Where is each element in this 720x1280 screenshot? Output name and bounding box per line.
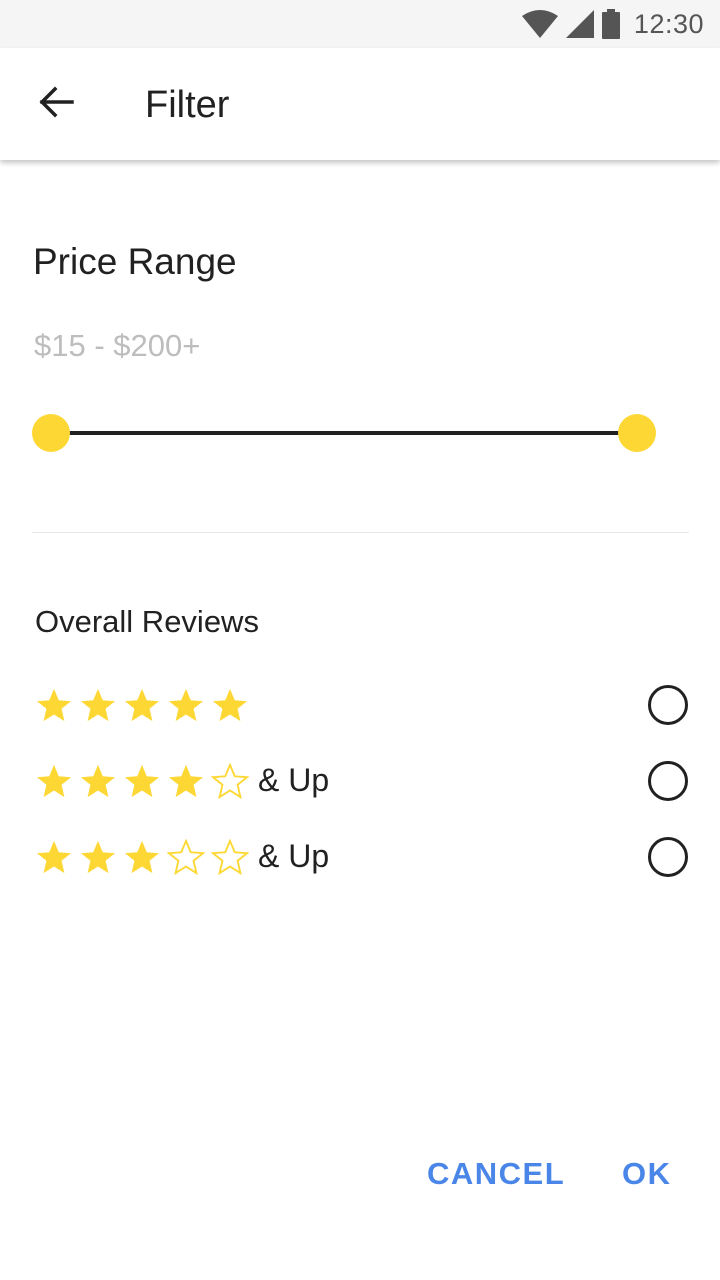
slider-min-thumb[interactable] [32, 414, 70, 452]
radio-button[interactable] [648, 837, 688, 877]
arrow-back-icon [38, 84, 74, 125]
price-range-slider[interactable] [32, 414, 656, 452]
divider [32, 532, 689, 533]
back-button[interactable] [24, 76, 88, 132]
review-option-3-stars[interactable]: & Up [32, 832, 692, 882]
star-rating [32, 832, 252, 882]
star-filled-icon [76, 761, 120, 801]
reviews-title: Overall Reviews [35, 604, 259, 639]
star-outline-icon [164, 837, 208, 877]
review-option-4-stars[interactable]: & Up [32, 756, 692, 806]
status-time: 12:30 [633, 8, 704, 39]
star-filled-icon [32, 837, 76, 877]
star-rating [32, 680, 252, 730]
star-filled-icon [164, 685, 208, 725]
page-title: Filter [145, 84, 230, 126]
radio-button[interactable] [648, 685, 688, 725]
status-bar: 12:30 [0, 0, 720, 48]
review-option-label: & Up [258, 762, 330, 798]
star-filled-icon [76, 837, 120, 877]
star-outline-icon [208, 761, 252, 801]
star-filled-icon [120, 837, 164, 877]
cell-signal-icon [565, 10, 594, 38]
slider-selected-range [51, 431, 637, 435]
radio-button[interactable] [648, 761, 688, 801]
slider-max-thumb[interactable] [618, 414, 656, 452]
star-rating [32, 756, 252, 806]
review-option-5-stars[interactable] [32, 680, 692, 730]
star-filled-icon [208, 685, 252, 725]
star-filled-icon [32, 761, 76, 801]
battery-icon [601, 9, 620, 39]
star-filled-icon [120, 761, 164, 801]
wifi-icon [521, 10, 558, 38]
app-bar: Filter [0, 48, 720, 160]
star-filled-icon [120, 685, 164, 725]
star-outline-icon [208, 837, 252, 877]
cancel-button[interactable]: CANCEL [427, 1158, 565, 1189]
star-filled-icon [76, 685, 120, 725]
price-range-value: $15 - $200+ [34, 328, 201, 363]
star-filled-icon [32, 685, 76, 725]
review-option-label: & Up [258, 838, 330, 874]
status-icons: 12:30 [521, 0, 704, 48]
star-filled-icon [164, 761, 208, 801]
price-range-title: Price Range [33, 241, 237, 282]
ok-button[interactable]: OK [622, 1158, 672, 1189]
